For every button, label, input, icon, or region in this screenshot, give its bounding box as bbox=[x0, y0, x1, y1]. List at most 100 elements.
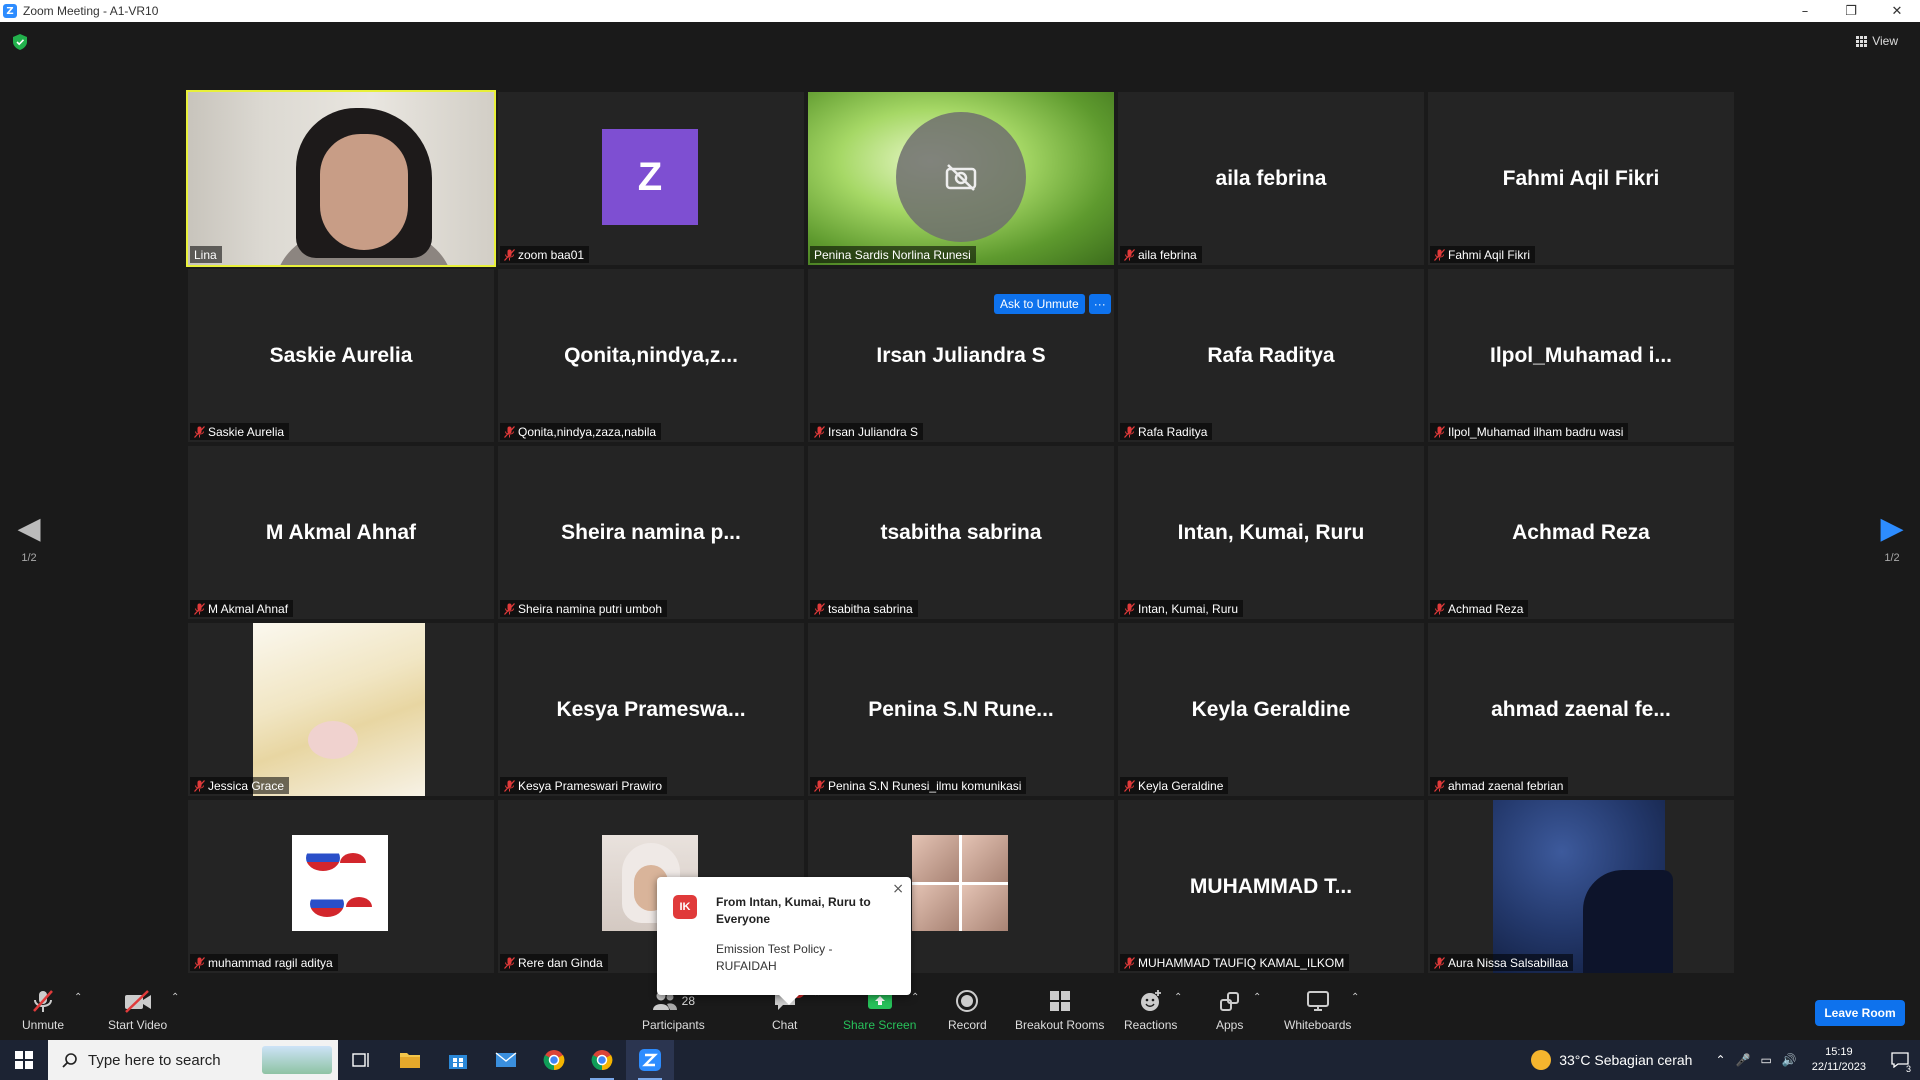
participant-tile[interactable]: Fahmi Aqil Fikri Fahmi Aqil Fikri bbox=[1428, 92, 1734, 265]
muted-mic-icon bbox=[1124, 956, 1135, 969]
leave-room-button[interactable]: Leave Room bbox=[1815, 1000, 1905, 1026]
participant-name: aila febrina bbox=[1138, 247, 1197, 262]
mail-button[interactable] bbox=[482, 1040, 530, 1080]
whiteboards-label: Whiteboards bbox=[1284, 1018, 1352, 1032]
volume-icon[interactable]: 🔊 bbox=[1782, 1053, 1797, 1067]
reactions-icon bbox=[1140, 990, 1161, 1011]
more-options-button[interactable]: ··· bbox=[1088, 294, 1111, 314]
chat-label: Chat bbox=[772, 1018, 798, 1032]
participant-tile[interactable]: Achmad Reza Achmad Reza bbox=[1428, 446, 1734, 619]
chrome-button[interactable] bbox=[530, 1040, 578, 1080]
participant-tile[interactable]: Keyla Geraldine Keyla Geraldine bbox=[1118, 623, 1424, 796]
ask-to-unmute-button[interactable]: Ask to Unmute bbox=[994, 294, 1085, 314]
chat-notification[interactable]: IK From Intan, Kumai, Ruru to Everyone E… bbox=[657, 877, 911, 1005]
weather-widget[interactable]: 33°C Sebagian cerah bbox=[1531, 1050, 1692, 1070]
participant-tile[interactable]: ahmad zaenal fe... ahmad zaenal febrian bbox=[1428, 623, 1734, 796]
share-screen-button[interactable]: Share Screen bbox=[843, 988, 916, 1038]
ask-to-unmute-group: Ask to Unmute ··· bbox=[994, 294, 1111, 314]
muted-mic-icon bbox=[194, 602, 205, 615]
network-icon[interactable]: ▭ bbox=[1760, 1053, 1771, 1067]
file-explorer-button[interactable] bbox=[386, 1040, 434, 1080]
participant-tile[interactable]: MUHAMMAD T... MUHAMMAD TAUFIQ KAMAL_ILKO… bbox=[1118, 800, 1424, 973]
next-page-button[interactable]: ▶ 1/2 bbox=[1872, 514, 1912, 565]
unmute-button[interactable]: Unmute bbox=[22, 988, 64, 1038]
participant-tile[interactable]: tsabitha sabrina tsabitha sabrina bbox=[808, 446, 1114, 619]
zoom-taskbar-button[interactable] bbox=[626, 1040, 674, 1080]
close-window-button[interactable]: ✕ bbox=[1874, 0, 1920, 22]
whiteboards-options-caret[interactable]: ⌃ bbox=[1351, 992, 1359, 1003]
video-options-caret[interactable]: ⌃ bbox=[171, 992, 179, 1003]
collage-photo bbox=[961, 884, 1008, 931]
participant-label: Saskie Aurelia bbox=[190, 423, 290, 440]
participant-tile[interactable]: Rafa Raditya Rafa Raditya bbox=[1118, 269, 1424, 442]
task-view-button[interactable] bbox=[338, 1040, 386, 1080]
participant-tile[interactable]: Ilpol_Muhamad i... Ilpol_Muhamad ilham b… bbox=[1428, 269, 1734, 442]
muted-mic-icon bbox=[504, 425, 515, 438]
previous-page-button[interactable]: ◀ 1/2 bbox=[9, 514, 49, 565]
muted-mic-icon bbox=[1124, 779, 1135, 792]
taskbar-clock[interactable]: 15:19 22/11/2023 bbox=[1812, 1045, 1866, 1075]
store-button[interactable] bbox=[434, 1040, 482, 1080]
participant-tile[interactable]: Sheira namina p... Sheira namina putri u… bbox=[498, 446, 804, 619]
participant-tile[interactable]: Penina S.N Rune... Penina S.N Runesi_ilm… bbox=[808, 623, 1114, 796]
minimize-button[interactable]: – bbox=[1782, 0, 1828, 22]
reactions-button[interactable]: Reactions bbox=[1124, 988, 1177, 1038]
action-center-button[interactable]: 3 bbox=[1880, 1040, 1920, 1080]
countryball-icon bbox=[306, 845, 340, 871]
apps-button[interactable]: Apps bbox=[1216, 988, 1243, 1038]
zoom-logo-icon: Z bbox=[3, 4, 17, 18]
taskbar-search[interactable]: Type here to search bbox=[48, 1040, 338, 1080]
apps-icon bbox=[1219, 992, 1239, 1011]
chrome-profile-button[interactable] bbox=[578, 1040, 626, 1080]
participant-name: Rafa Raditya bbox=[1138, 424, 1208, 439]
whiteboard-icon bbox=[1306, 991, 1329, 1011]
participant-tile-lina[interactable]: Lina bbox=[186, 90, 496, 267]
show-hidden-icons-button[interactable]: ⌃ bbox=[1715, 1053, 1725, 1067]
page-indicator-right: 1/2 bbox=[1884, 552, 1900, 564]
security-shield-icon[interactable] bbox=[13, 34, 27, 50]
muted-mic-icon bbox=[1124, 425, 1135, 438]
participant-label: aila febrina bbox=[1120, 246, 1202, 263]
apps-options-caret[interactable]: ⌃ bbox=[1253, 992, 1261, 1003]
participant-tile[interactable]: Qonita,nindya,z... Qonita,nindya,zaza,na… bbox=[498, 269, 804, 442]
participant-name: Sheira namina putri umboh bbox=[518, 601, 663, 616]
chat-message: Emission Test Policy - RUFAIDAH bbox=[716, 942, 833, 973]
record-button[interactable]: Record bbox=[948, 988, 987, 1038]
breakout-rooms-button[interactable]: Breakout Rooms bbox=[1015, 988, 1104, 1038]
participant-tile[interactable]: M Akmal Ahnaf M Akmal Ahnaf bbox=[188, 446, 494, 619]
whiteboards-button[interactable]: Whiteboards bbox=[1284, 988, 1351, 1038]
participant-tile[interactable]: Saskie Aurelia Saskie Aurelia bbox=[188, 269, 494, 442]
restore-button[interactable]: ❐ bbox=[1828, 0, 1874, 22]
muted-mic-icon bbox=[33, 990, 53, 1012]
participant-tile[interactable]: Intan, Kumai, Ruru Intan, Kumai, Ruru bbox=[1118, 446, 1424, 619]
share-screen-label: Share Screen bbox=[843, 1018, 917, 1032]
start-button[interactable] bbox=[0, 1040, 48, 1080]
participant-tile[interactable]: Penina Sardis Norlina Runesi bbox=[808, 92, 1114, 265]
microphone-icon[interactable]: 🎤 bbox=[1736, 1053, 1751, 1067]
participant-name: Ilpol_Muhamad ilham badru wasi bbox=[1448, 424, 1624, 439]
start-video-button[interactable]: Start Video bbox=[108, 988, 167, 1038]
audio-options-caret[interactable]: ⌃ bbox=[74, 992, 82, 1003]
collage-photo bbox=[912, 835, 959, 882]
participant-label: Fahmi Aqil Fikri bbox=[1430, 246, 1536, 263]
close-notification-button[interactable]: × bbox=[892, 881, 904, 897]
participant-tile[interactable]: Kesya Prameswa... Kesya Prameswari Prawi… bbox=[498, 623, 804, 796]
avatar: Z bbox=[602, 129, 698, 225]
participant-tile[interactable]: aila febrina aila febrina bbox=[1118, 92, 1424, 265]
reactions-options-caret[interactable]: ⌃ bbox=[1174, 992, 1182, 1003]
participant-display-name: Fahmi Aqil Fikri bbox=[1502, 166, 1660, 190]
participants-button[interactable]: 28 Participants bbox=[642, 988, 705, 1038]
participant-display-name: Kesya Prameswa... bbox=[556, 697, 746, 721]
participant-label: Keyla Geraldine bbox=[1120, 777, 1229, 794]
reactions-label: Reactions bbox=[1124, 1018, 1178, 1032]
view-button[interactable]: View bbox=[1856, 34, 1898, 48]
participant-tile[interactable]: Jessica Grace bbox=[188, 623, 494, 796]
participant-tile[interactable]: Z zoom baa01 bbox=[498, 92, 804, 265]
muted-mic-icon bbox=[194, 779, 205, 792]
share-options-caret[interactable]: ⌃ bbox=[911, 992, 919, 1003]
window-titlebar: Z Zoom Meeting - A1-VR10 – ❐ ✕ bbox=[0, 0, 1920, 22]
participant-tile[interactable]: Aura Nissa Salsabillaa bbox=[1428, 800, 1734, 973]
participant-tile[interactable]: muhammad ragil aditya bbox=[188, 800, 494, 973]
muted-mic-icon bbox=[504, 956, 515, 969]
participant-name: Aura Nissa Salsabillaa bbox=[1448, 955, 1569, 970]
